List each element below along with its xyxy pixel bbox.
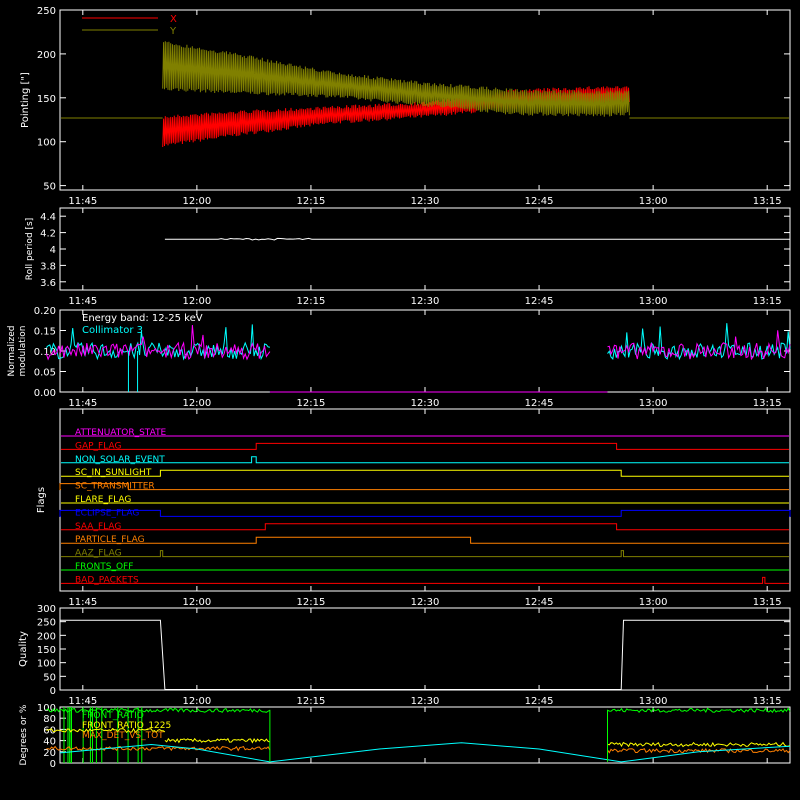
- x-tick-label: 12:30: [411, 196, 440, 207]
- flag-trace-aaz-flag: [61, 550, 789, 558]
- degrees-series-0: [46, 707, 791, 714]
- x-tick-label: 12:45: [525, 597, 554, 608]
- x-tick-label: 13:15: [753, 196, 782, 207]
- y-tick-label: 4.4: [40, 212, 56, 223]
- y-tick-label: 50: [43, 672, 56, 683]
- y-tick-label: 4.2: [40, 229, 56, 240]
- flag-trace-sc-in-sunlight: [61, 469, 789, 477]
- x-tick-label: 13:00: [639, 398, 668, 409]
- legend-label-max-det-vs-tot: MAX_DET_VS_TOT: [82, 731, 164, 741]
- y-tick-label: 250: [37, 618, 56, 629]
- x-tick-label: 12:30: [411, 597, 440, 608]
- y-axis-label: Degrees or %: [19, 704, 29, 765]
- x-tick-label: 12:45: [525, 196, 554, 207]
- x-tick-label: 13:00: [639, 196, 668, 207]
- x-tick-label: 12:45: [525, 296, 554, 307]
- flag-trace-gap-flag: [61, 442, 789, 450]
- y-tick-label: 4: [50, 245, 56, 256]
- pointing-series-y: [162, 41, 630, 117]
- y-tick-label: 0.00: [34, 388, 56, 399]
- x-tick-label: 11:45: [68, 696, 97, 707]
- x-tick-label: 12:30: [411, 296, 440, 307]
- x-tick-label: 12:00: [182, 398, 211, 409]
- y-tick-label: 80: [43, 714, 56, 725]
- legend-label-y: Y: [169, 26, 177, 37]
- y-axis-label: Normalized: [7, 325, 17, 376]
- y-tick-label: 0.15: [34, 327, 56, 338]
- flag-trace-saa-flag: [61, 523, 789, 531]
- y-tick-label: 0: [50, 759, 56, 770]
- flag-trace-eclipse-flag: [59, 509, 791, 517]
- flag-trace-particle-flag: [61, 536, 789, 544]
- x-tick-label: 12:15: [297, 296, 326, 307]
- x-tick-label: 12:00: [182, 597, 211, 608]
- x-tick-label: 11:45: [68, 398, 97, 409]
- y-tick-label: 0: [50, 686, 56, 697]
- y-axis-label: Quality: [18, 631, 29, 667]
- x-tick-label: 12:00: [182, 296, 211, 307]
- x-tick-label: 12:15: [297, 398, 326, 409]
- y-tick-label: 150: [37, 94, 56, 105]
- x-tick-label: 13:15: [753, 696, 782, 707]
- y-tick-label: 0.05: [34, 368, 56, 379]
- x-tick-label: 13:00: [639, 696, 668, 707]
- y-axis-label: modulation: [18, 326, 28, 377]
- legend-label-front-ratio: FRONT_RATIO: [82, 711, 144, 721]
- y-tick-label: 0.20: [34, 306, 56, 317]
- panel-5: 11:45 12:00 12:15 12:30 12:45 13:00 13:15 0 50 10…: [18, 604, 791, 707]
- panel-6: 020406080100Degrees or % FRONT_RATIOFRONT…: [19, 703, 791, 770]
- y-tick-label: 150: [37, 645, 56, 656]
- x-tick-label: 12:45: [525, 696, 554, 707]
- x-tick-label: 12:15: [297, 196, 326, 207]
- x-tick-label: 11:45: [68, 597, 97, 608]
- flag-trace-bad-packets: [61, 576, 789, 584]
- y-tick-label: 60: [43, 725, 56, 736]
- y-tick-label: 200: [37, 50, 56, 61]
- x-tick-label: 12:00: [182, 696, 211, 707]
- y-tick-label: 250: [37, 6, 56, 17]
- plot-frame: [59, 207, 791, 291]
- y-tick-label: 40: [43, 737, 56, 748]
- x-tick-label: 12:30: [411, 696, 440, 707]
- modulation-series-1: [45, 324, 791, 361]
- y-axis-label: Roll period [s]: [25, 218, 35, 280]
- flag-trace-sc-transmitter: [59, 483, 789, 491]
- y-tick-label: 100: [37, 659, 56, 670]
- degrees-series-2: [46, 745, 791, 754]
- panel-3: 11:45 12:00 12:15 12:30 12:45 13:00 13:15 0.00 0…: [7, 306, 791, 409]
- x-tick-label: 13:00: [639, 296, 668, 307]
- x-tick-label: 11:45: [68, 296, 97, 307]
- x-tick-label: 12:45: [525, 398, 554, 409]
- panel-1: 11:45 12:00 12:15 12:30 12:45 13:00 13:15 50 100…: [20, 6, 791, 207]
- y-tick-label: 100: [37, 138, 56, 149]
- y-axis-label: Pointing ["]: [20, 72, 31, 128]
- legend-label-x: X: [170, 14, 177, 25]
- x-tick-label: 13:15: [753, 398, 782, 409]
- panel-2: 11:45 12:00 12:15 12:30 12:45 13:00 13:15 3.6 3.…: [25, 207, 791, 307]
- y-tick-label: 50: [43, 182, 56, 193]
- y-tick-label: 3.6: [40, 278, 56, 289]
- y-tick-label: 300: [37, 604, 56, 615]
- x-tick-label: 13:15: [753, 296, 782, 307]
- legend-label-collimator: Collimator 3: [82, 325, 143, 336]
- x-tick-label: 13:00: [639, 597, 668, 608]
- flag-trace-non-solar-event: [61, 456, 789, 464]
- energy-band-annotation: Energy band: 12-25 keV: [82, 313, 203, 324]
- x-tick-label: 12:15: [297, 597, 326, 608]
- x-tick-label: 12:00: [182, 196, 211, 207]
- y-tick-label: 200: [37, 631, 56, 642]
- roll-period-line: [164, 237, 790, 241]
- x-tick-label: 12:15: [297, 696, 326, 707]
- x-tick-label: 12:30: [411, 398, 440, 409]
- y-tick-label: 3.8: [40, 261, 56, 272]
- panel-4: 11:45 12:00 12:15 12:30 12:45 13:00 13:15 Flags…: [36, 408, 791, 608]
- y-axis-label: Flags: [36, 487, 47, 513]
- hessi-observing-summary-figure: 11:45 12:00 12:15 12:30 12:45 13:00 13:15 50 100…: [7, 6, 791, 770]
- legend-label-front-ratio-1225: FRONT_RATIO_1225: [82, 721, 171, 731]
- x-tick-label: 11:45: [68, 196, 97, 207]
- quality-line: [60, 619, 790, 690]
- x-tick-label: 13:15: [753, 597, 782, 608]
